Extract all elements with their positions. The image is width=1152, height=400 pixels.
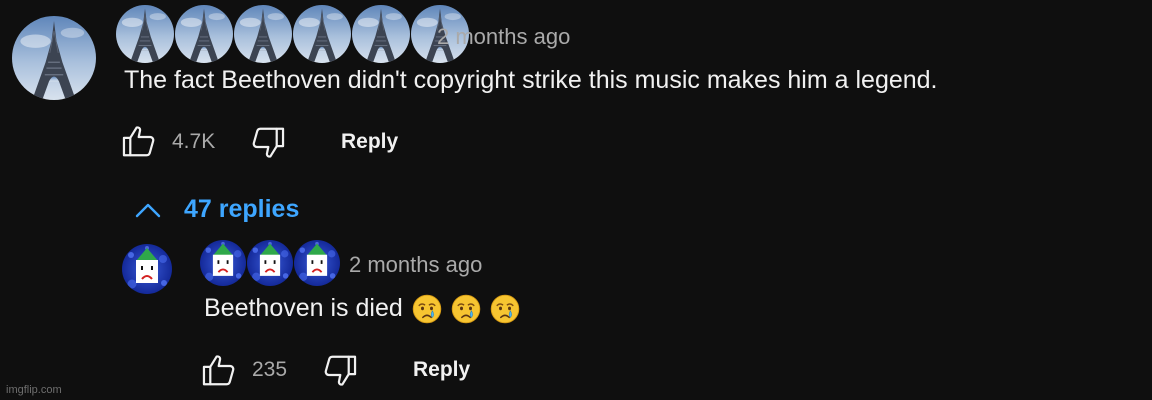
chevron-up-icon xyxy=(135,203,161,217)
comment-text: The fact Beethoven didn't copyright stri… xyxy=(124,66,938,94)
reply-like-count: 235 xyxy=(252,358,288,381)
eiffel-tower-icon xyxy=(293,5,351,63)
eiffel-tower-icon xyxy=(175,5,233,63)
crying-face-emoji xyxy=(451,294,481,324)
replies-count-label: 47 replies xyxy=(184,195,300,223)
sad-face-icon xyxy=(294,240,340,286)
eiffel-tower-icon xyxy=(234,5,292,63)
replier-avatar[interactable] xyxy=(122,244,172,294)
eiffel-tower-icon xyxy=(116,5,174,63)
reply-reply-button[interactable]: Reply xyxy=(413,358,470,382)
eiffel-tower-icon xyxy=(352,5,410,63)
like-button[interactable] xyxy=(120,122,158,160)
replier-name-icons[interactable] xyxy=(200,240,340,286)
like-count: 4.7K xyxy=(172,130,216,153)
reply-dislike-button[interactable] xyxy=(321,352,359,390)
comment-timestamp[interactable]: 2 months ago xyxy=(437,24,570,50)
thumbs-down-icon xyxy=(324,355,357,386)
crying-face-emoji xyxy=(412,294,442,324)
reply-like-button[interactable] xyxy=(200,351,238,389)
sad-face-icon xyxy=(200,240,246,286)
dislike-button[interactable] xyxy=(249,124,287,162)
commenter-avatar[interactable] xyxy=(12,16,96,100)
thumbs-up-icon xyxy=(202,355,235,386)
thumbs-up-icon xyxy=(122,126,155,157)
reply-timestamp[interactable]: 2 months ago xyxy=(349,252,482,278)
crying-face-emoji xyxy=(490,294,520,324)
thumbs-down-icon xyxy=(252,127,285,158)
reply-button[interactable]: Reply xyxy=(341,130,398,154)
watermark: imgflip.com xyxy=(6,384,62,396)
reply-text-line: Beethoven is died xyxy=(204,294,520,324)
replies-toggle[interactable]: 47 replies xyxy=(134,195,299,224)
sad-face-icon xyxy=(247,240,293,286)
commenter-name-icons[interactable] xyxy=(116,5,469,63)
reply-text: Beethoven is died xyxy=(204,294,403,322)
